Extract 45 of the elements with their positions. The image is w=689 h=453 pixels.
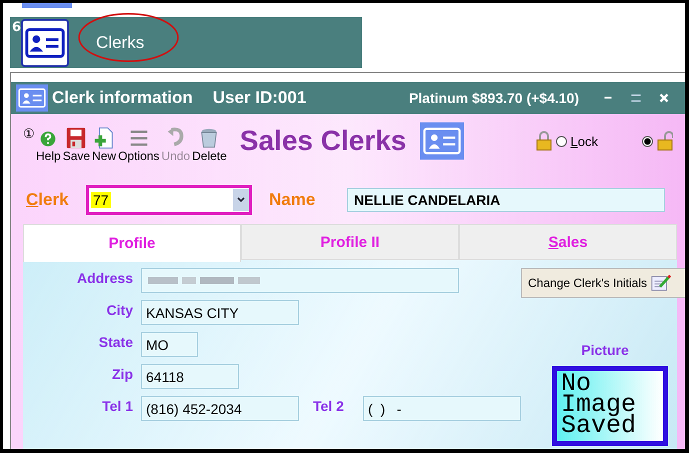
new-button[interactable]: New — [91, 127, 118, 163]
user-id: User ID:001 — [212, 88, 306, 108]
window-title: Clerk information — [52, 88, 193, 108]
clerks-launcher-link[interactable]: Clerks — [96, 32, 144, 52]
account-balance: Platinum $893.70 (+$4.10) — [408, 90, 579, 106]
field-label: Tel 1 — [101, 397, 133, 416]
unlock-radio[interactable] — [642, 136, 653, 146]
field-label: Address — [76, 269, 133, 288]
field-label: State — [98, 333, 133, 352]
field-label: Tel 2 — [313, 397, 345, 414]
save-button[interactable]: Save — [62, 127, 92, 163]
tab[interactable]: Profile — [23, 224, 241, 262]
badge-count: 6 — [12, 20, 22, 35]
new-icon — [93, 127, 116, 149]
padlock-icon — [536, 131, 552, 151]
lock-label[interactable]: Lock — [570, 134, 598, 148]
help-button[interactable]: Help — [35, 127, 62, 163]
id-card-icon — [16, 83, 48, 113]
field-label: City — [106, 301, 133, 320]
page-heading: Sales Clerks — [240, 125, 406, 157]
text-field[interactable]: 64118 — [141, 364, 239, 389]
open-padlock-icon — [657, 131, 673, 151]
step-marker: ① — [23, 126, 35, 142]
clerk-label: Clerk — [26, 190, 70, 210]
name-label: Name — [269, 190, 316, 210]
text-field[interactable]: (816) 452-2034 — [141, 396, 299, 421]
change-initials-button[interactable]: Change Clerk's Initials — [521, 268, 685, 298]
name-field[interactable]: NELLIE CANDELARIA — [347, 188, 665, 212]
text-field[interactable] — [141, 268, 459, 293]
close-icon[interactable] — [657, 91, 671, 105]
text-field[interactable]: KANSAS CITY — [141, 300, 299, 325]
save-icon — [65, 127, 88, 149]
id-card-icon — [420, 120, 464, 162]
text-field[interactable]: ( ) - — [363, 396, 521, 421]
lock-radio[interactable] — [556, 136, 567, 146]
id-card-icon[interactable] — [21, 18, 70, 66]
options-button[interactable]: Options — [117, 127, 160, 163]
caret-icon[interactable] — [233, 189, 249, 211]
text-field[interactable]: MO — [141, 332, 198, 357]
clerk-dropdown[interactable]: 77 — [86, 185, 252, 215]
delete-button[interactable]: Delete — [191, 127, 228, 163]
field-label: Zip — [111, 365, 133, 384]
image-field: No Image Saved — [552, 366, 668, 446]
edit-note-icon — [650, 273, 672, 293]
picture-label: Picture — [581, 342, 629, 358]
